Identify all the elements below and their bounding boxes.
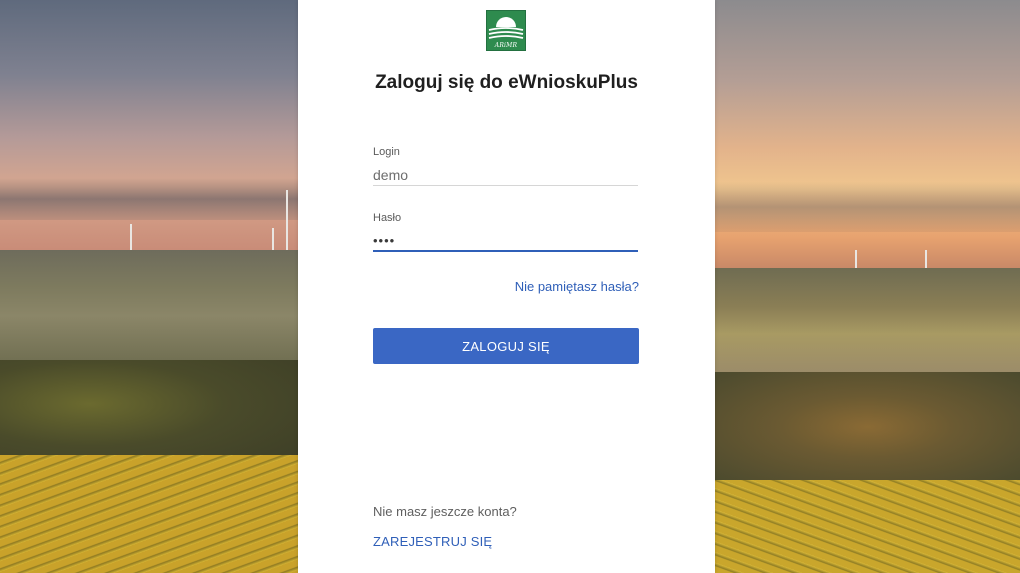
background-vineyard-left	[0, 455, 300, 573]
password-input[interactable]	[373, 230, 638, 252]
background-trees-right	[715, 372, 1020, 482]
background-hills-right	[715, 268, 1020, 378]
password-label: Hasło	[373, 212, 402, 224]
wind-turbine	[272, 228, 274, 250]
background-clouds-left	[0, 178, 300, 220]
arimr-logo: ARiMR	[486, 10, 526, 51]
forgot-password-link[interactable]: Nie pamiętasz hasła?	[373, 279, 639, 294]
no-account-text: Nie masz jeszcze konta?	[373, 504, 517, 519]
page-background: ARiMR Zaloguj się do eWnioskuPlus Login …	[0, 0, 1020, 573]
wind-turbine	[130, 224, 132, 250]
background-clouds-right	[715, 182, 1020, 232]
login-button[interactable]: ZALOGUJ SIĘ	[373, 328, 639, 364]
wind-turbine	[286, 190, 288, 250]
login-label: Login	[373, 146, 400, 158]
password-field: Hasło	[373, 212, 638, 252]
register-link[interactable]: ZAREJESTRUJ SIĘ	[373, 534, 492, 549]
wind-turbine	[925, 250, 927, 268]
background-hills-left	[0, 250, 300, 370]
wind-turbine	[855, 250, 857, 268]
login-card: ARiMR Zaloguj się do eWnioskuPlus Login …	[298, 0, 715, 573]
logo-text: ARiMR	[494, 42, 518, 49]
login-field: Login	[373, 146, 638, 186]
page-title: Zaloguj się do eWnioskuPlus	[375, 72, 638, 93]
background-vineyard-right	[715, 480, 1020, 573]
background-trees-left	[0, 360, 300, 470]
login-input[interactable]	[373, 164, 638, 186]
